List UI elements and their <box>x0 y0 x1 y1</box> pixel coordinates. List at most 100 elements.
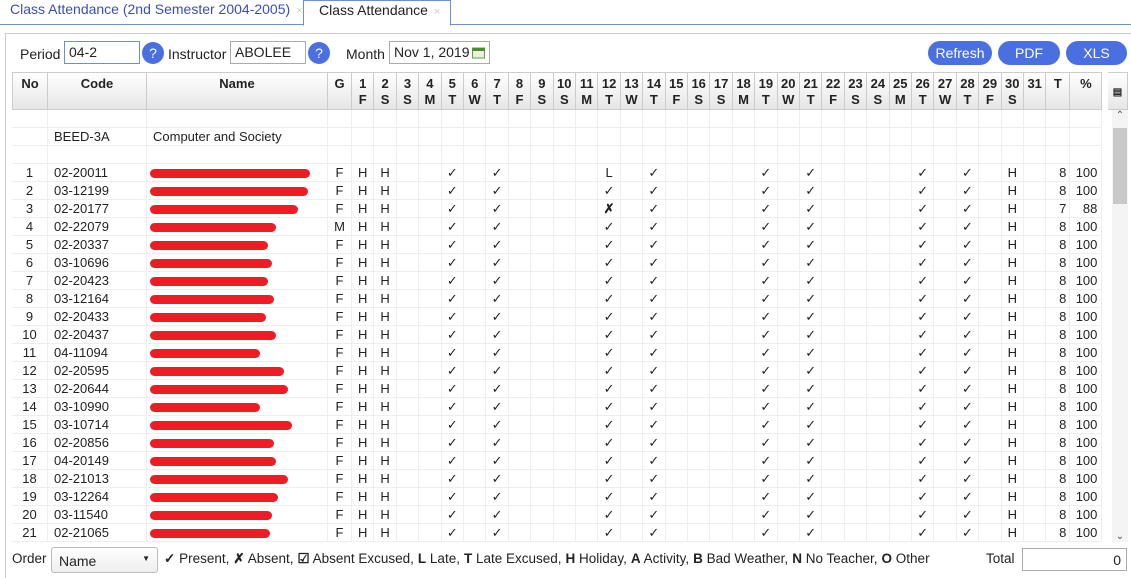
day-cell[interactable] <box>732 434 756 452</box>
day-cell[interactable]: H <box>374 290 397 308</box>
day-cell[interactable]: ✓ <box>486 470 509 488</box>
day-cell[interactable]: H <box>1001 308 1024 326</box>
day-cell[interactable] <box>553 272 576 290</box>
day-cell[interactable] <box>732 452 756 470</box>
day-cell[interactable] <box>710 326 733 344</box>
day-cell[interactable]: H <box>352 398 375 416</box>
day-cell[interactable]: ✓ <box>598 182 621 200</box>
day-cell[interactable] <box>665 326 688 344</box>
column-header-day-24[interactable]: 24 S <box>867 72 890 110</box>
day-cell[interactable] <box>620 128 644 146</box>
day-cell[interactable]: ✓ <box>755 164 778 182</box>
column-header-day-2[interactable]: 2S <box>374 72 397 110</box>
day-cell[interactable]: ✓ <box>486 218 509 236</box>
day-cell[interactable] <box>576 326 599 344</box>
day-cell[interactable]: H <box>1001 416 1024 434</box>
day-cell[interactable] <box>867 344 890 362</box>
day-cell[interactable] <box>688 254 711 272</box>
day-cell[interactable]: ✓ <box>755 344 778 362</box>
day-cell[interactable] <box>396 488 420 506</box>
day-cell[interactable] <box>688 452 711 470</box>
day-cell[interactable]: ✓ <box>800 452 823 470</box>
day-cell[interactable] <box>867 470 890 488</box>
day-cell[interactable] <box>934 416 957 434</box>
day-cell[interactable]: ✓ <box>598 398 621 416</box>
day-cell[interactable] <box>889 380 912 398</box>
day-cell[interactable]: H <box>1001 326 1024 344</box>
day-cell[interactable] <box>396 110 420 128</box>
day-cell[interactable]: H <box>352 344 375 362</box>
day-cell[interactable] <box>979 272 1002 290</box>
column-header-day-7[interactable]: 7T <box>486 72 509 110</box>
day-cell[interactable] <box>531 488 554 506</box>
day-cell[interactable] <box>844 380 868 398</box>
day-cell[interactable]: ✓ <box>800 488 823 506</box>
day-cell[interactable]: ✓ <box>486 236 509 254</box>
day-cell[interactable]: H <box>1001 524 1024 542</box>
day-cell[interactable]: ✓ <box>956 200 980 218</box>
day-cell[interactable]: ✓ <box>486 290 509 308</box>
day-cell[interactable]: H <box>374 398 397 416</box>
day-cell[interactable] <box>665 524 688 542</box>
day-cell[interactable] <box>396 380 420 398</box>
day-cell[interactable]: ✓ <box>956 434 980 452</box>
day-cell[interactable] <box>844 290 868 308</box>
day-cell[interactable] <box>576 254 599 272</box>
day-cell[interactable] <box>419 290 442 308</box>
day-cell[interactable] <box>553 236 576 254</box>
day-cell[interactable]: ✓ <box>441 434 464 452</box>
day-cell[interactable]: ✓ <box>441 272 464 290</box>
day-cell[interactable] <box>710 272 733 290</box>
day-cell[interactable] <box>822 470 845 488</box>
day-cell[interactable] <box>867 452 890 470</box>
day-cell[interactable] <box>1024 326 1047 344</box>
day-cell[interactable] <box>531 236 554 254</box>
scroll-down-icon[interactable]: ⌄ <box>1112 531 1128 542</box>
day-cell[interactable]: ✓ <box>441 218 464 236</box>
day-cell[interactable] <box>867 146 890 164</box>
day-cell[interactable] <box>934 380 957 398</box>
day-cell[interactable]: H <box>1001 182 1024 200</box>
day-cell[interactable]: H <box>352 524 375 542</box>
day-cell[interactable] <box>710 254 733 272</box>
day-cell[interactable]: ✓ <box>598 416 621 434</box>
column-header-day-5[interactable]: 5T <box>441 72 464 110</box>
day-cell[interactable]: ✓ <box>912 434 935 452</box>
day-cell[interactable] <box>508 362 532 380</box>
day-cell[interactable] <box>620 524 644 542</box>
day-cell[interactable] <box>531 146 554 164</box>
day-cell[interactable] <box>822 308 845 326</box>
day-cell[interactable] <box>396 164 420 182</box>
day-cell[interactable] <box>822 362 845 380</box>
day-cell[interactable] <box>732 182 756 200</box>
day-cell[interactable]: ✓ <box>912 380 935 398</box>
day-cell[interactable] <box>732 398 756 416</box>
day-cell[interactable] <box>732 524 756 542</box>
day-cell[interactable]: ✓ <box>956 488 980 506</box>
day-cell[interactable]: ✓ <box>643 326 666 344</box>
day-cell[interactable] <box>979 506 1002 524</box>
day-cell[interactable] <box>531 254 554 272</box>
day-cell[interactable] <box>688 344 711 362</box>
day-cell[interactable] <box>553 164 576 182</box>
day-cell[interactable] <box>822 290 845 308</box>
day-cell[interactable] <box>464 236 487 254</box>
day-cell[interactable] <box>732 110 756 128</box>
day-cell[interactable] <box>1024 398 1047 416</box>
day-cell[interactable] <box>464 488 487 506</box>
day-cell[interactable] <box>800 110 823 128</box>
day-cell[interactable]: ✓ <box>956 308 980 326</box>
day-cell[interactable]: H <box>1001 380 1024 398</box>
day-cell[interactable]: ✓ <box>912 218 935 236</box>
day-cell[interactable] <box>934 236 957 254</box>
day-cell[interactable] <box>956 128 980 146</box>
day-cell[interactable] <box>665 344 688 362</box>
day-cell[interactable] <box>553 524 576 542</box>
day-cell[interactable] <box>643 128 666 146</box>
day-cell[interactable] <box>419 362 442 380</box>
column-header-day-1[interactable]: 1F <box>352 72 375 110</box>
day-cell[interactable] <box>508 524 532 542</box>
day-cell[interactable] <box>553 182 576 200</box>
day-cell[interactable]: ✓ <box>441 182 464 200</box>
day-cell[interactable] <box>1024 182 1047 200</box>
